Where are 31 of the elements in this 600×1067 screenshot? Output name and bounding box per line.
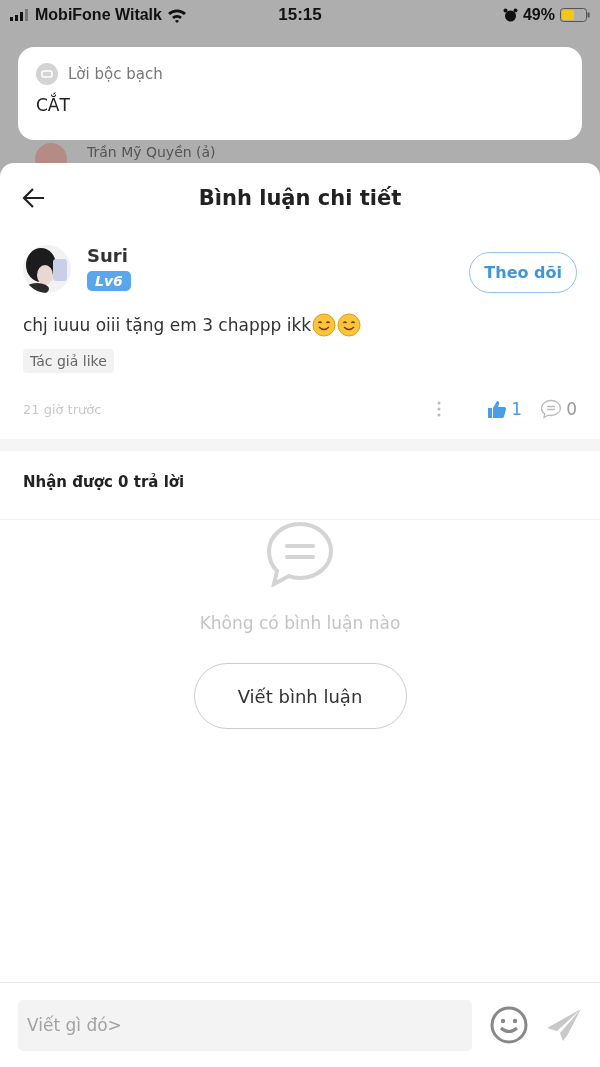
alarm-icon bbox=[502, 7, 518, 23]
user-name: Trần Mỹ Quyền (ả) bbox=[87, 143, 216, 160]
thumbs-up-icon[interactable] bbox=[487, 400, 508, 418]
smiling-face-icon bbox=[337, 313, 362, 337]
replies-header: Nhận được 0 trả lời bbox=[23, 473, 185, 491]
level-badge: Lv6 bbox=[87, 271, 131, 291]
like-count: 1 bbox=[511, 399, 523, 419]
carrier-name: MobiFone Witalk bbox=[35, 6, 162, 24]
more-icon[interactable] bbox=[437, 401, 442, 417]
app-icon bbox=[36, 63, 58, 85]
battery-icon bbox=[560, 8, 590, 22]
notification-app-name: Lời bộc bạch bbox=[68, 65, 163, 83]
smiley-icon[interactable] bbox=[490, 1006, 528, 1044]
chat-bubble-icon bbox=[266, 521, 334, 587]
empty-message: Không có bình luận nào bbox=[199, 613, 401, 633]
wifi-icon bbox=[166, 7, 187, 23]
author-name: Suri bbox=[87, 245, 129, 266]
comment-input[interactable]: Viết gì đó> bbox=[18, 999, 472, 1051]
comment-icon[interactable] bbox=[540, 399, 563, 419]
reply-count: 0 bbox=[566, 399, 577, 419]
clock-time: 15:15 bbox=[278, 5, 322, 25]
comment-text: chj iuuu oiii tặng em 3 chappp ikk bbox=[23, 315, 312, 335]
author-liked-tag: Tác giả like bbox=[23, 349, 114, 373]
notification-card[interactable]: Lời bộc bạch CẮT bbox=[18, 47, 582, 140]
sheet-title: Bình luận chi tiết bbox=[198, 186, 402, 210]
send-icon[interactable] bbox=[546, 1008, 582, 1042]
signal-icon bbox=[10, 9, 30, 21]
back-arrow-icon[interactable] bbox=[22, 187, 46, 209]
battery-percent: 49% bbox=[522, 6, 555, 24]
write-comment-button[interactable]: Viết bình luận bbox=[193, 663, 407, 729]
smiling-face-icon bbox=[312, 313, 337, 337]
